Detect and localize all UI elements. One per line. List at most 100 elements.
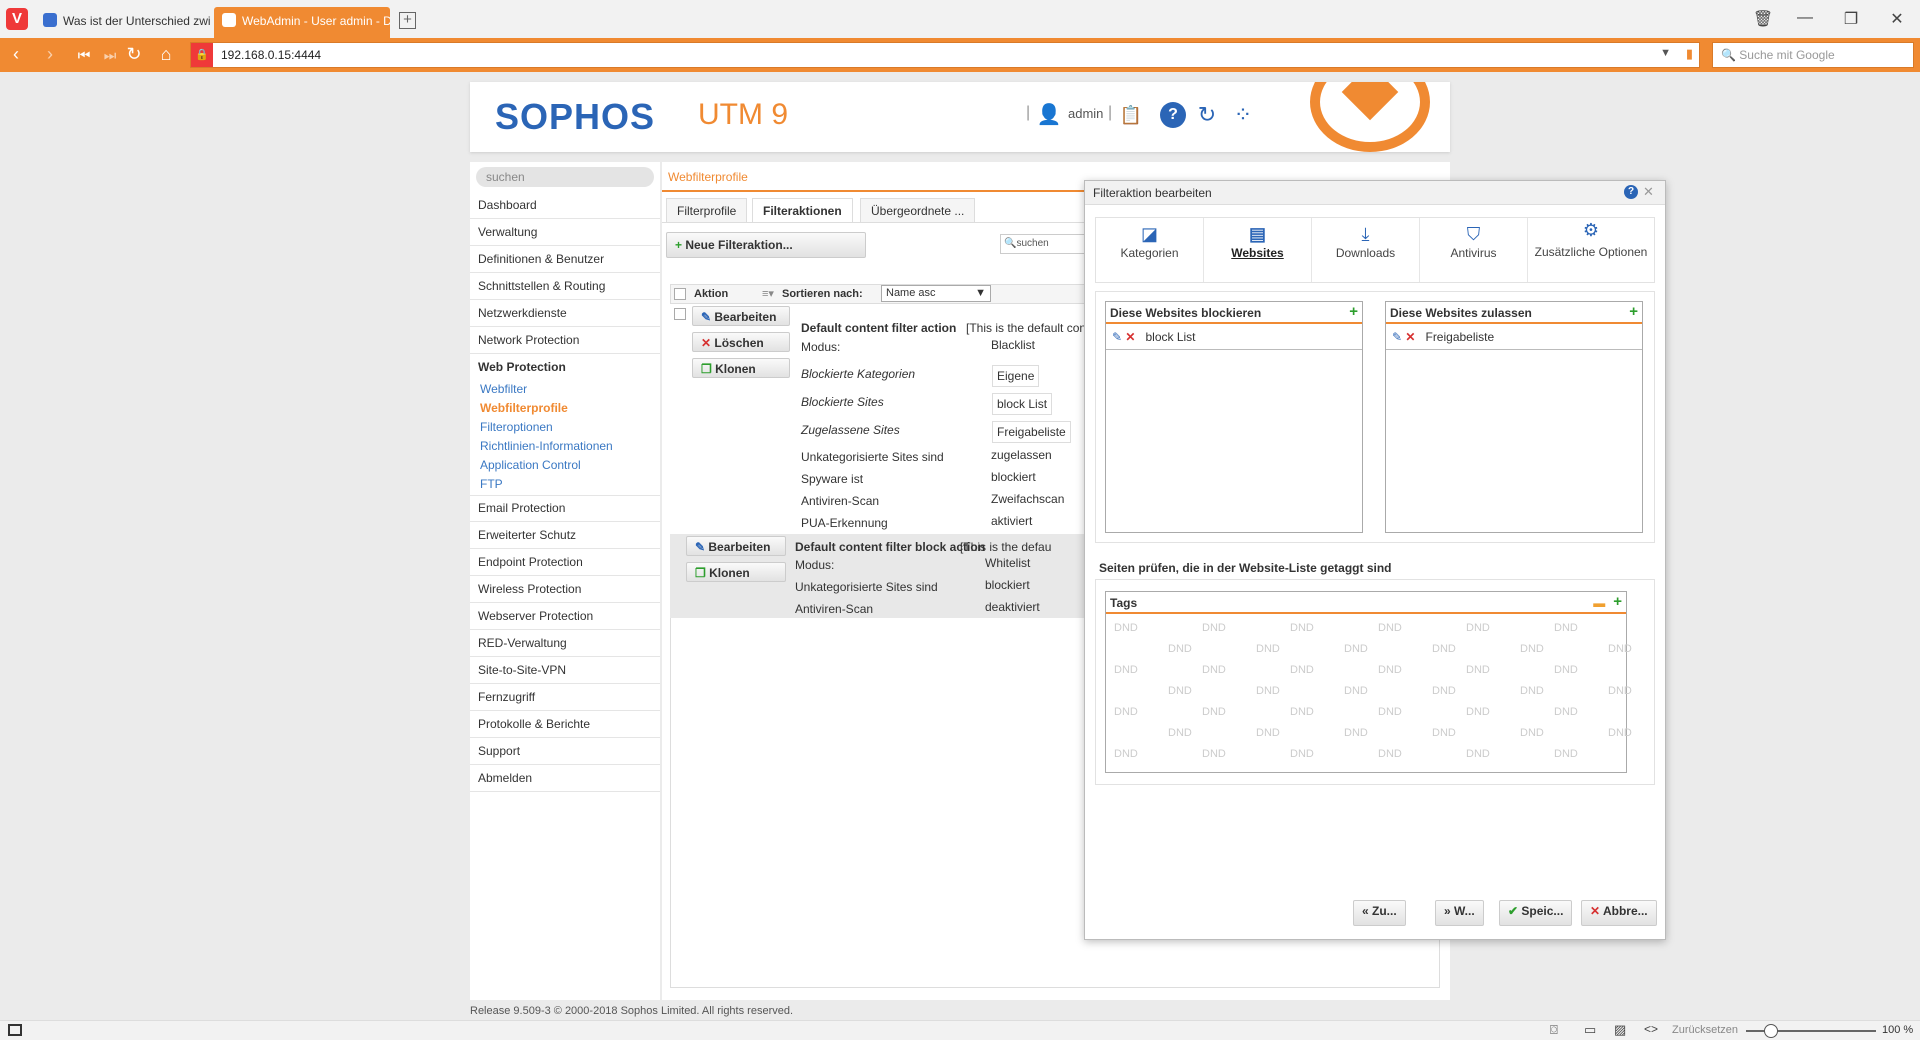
sidebar-item[interactable]: Support: [470, 738, 660, 765]
reload-page-icon[interactable]: ↻: [1194, 102, 1220, 128]
sidebar-item[interactable]: Site-to-Site-VPN: [470, 657, 660, 684]
sidebar-item[interactable]: Endpoint Protection: [470, 549, 660, 576]
vivaldi-logo-icon[interactable]: V: [6, 8, 28, 30]
close-icon[interactable]: ✕: [1643, 184, 1654, 200]
header-username[interactable]: admin: [1068, 106, 1103, 121]
add-icon[interactable]: +: [1613, 594, 1622, 609]
tab-google[interactable]: Was ist der Unterschied zwis: [35, 7, 210, 38]
sidebar-subitem[interactable]: Webfilterprofile: [480, 401, 568, 415]
sidebar-item[interactable]: Webserver Protection: [470, 603, 660, 630]
code-icon[interactable]: <>: [1644, 1022, 1658, 1036]
lock-icon[interactable]: 🔒: [191, 43, 213, 67]
restore-icon[interactable]: ❐: [1836, 9, 1866, 29]
folder-icon[interactable]: ▬: [1593, 596, 1605, 610]
block-panel: Diese Websites blockieren + ✎ ✕ block Lis…: [1105, 301, 1363, 533]
back-icon[interactable]: ‹: [4, 44, 28, 65]
sidebar-item[interactable]: Fernzugriff: [470, 684, 660, 711]
sidebar-item[interactable]: Protokolle & Berichte: [470, 711, 660, 738]
window-icon[interactable]: ▭: [1584, 1022, 1596, 1038]
dnd-placeholder: DND: [1202, 706, 1226, 718]
add-icon[interactable]: +: [1629, 304, 1638, 319]
fast-forward-icon[interactable]: ⏭: [98, 47, 122, 64]
clone-icon: ❐: [695, 566, 710, 580]
clone-button[interactable]: ❐ Klonen: [686, 562, 786, 582]
nav-zusaetzliche-optionen[interactable]: ⚙ Zusätzliche Optionen: [1528, 218, 1654, 282]
sidebar-subitem[interactable]: Webfilter: [480, 382, 527, 396]
tab-filteraktionen[interactable]: Filteraktionen: [752, 198, 853, 222]
edit-icon[interactable]: ✎: [1112, 330, 1122, 344]
clone-button[interactable]: ❐ Klonen: [692, 358, 790, 378]
reload-icon[interactable]: ↻: [122, 44, 146, 65]
sidebar-item[interactable]: Email Protection: [470, 495, 660, 522]
list-search-input[interactable]: 🔍suchen: [1000, 234, 1090, 254]
field-value: Blacklist: [991, 338, 1036, 352]
sidebar-subitem[interactable]: Application Control: [480, 458, 581, 472]
sidebar-item[interactable]: Verwaltung: [470, 219, 660, 246]
camera-icon[interactable]: ⌼: [1550, 1022, 1558, 1038]
sidebar-item[interactable]: Definitionen & Benutzer: [470, 246, 660, 273]
nav-downloads[interactable]: ⤓ Downloads: [1312, 218, 1420, 282]
sidebar-subitem[interactable]: Richtlinien-Informationen: [480, 439, 613, 453]
close-window-icon[interactable]: ✕: [1882, 9, 1912, 29]
dnd-placeholder: DND: [1378, 706, 1402, 718]
sidebar-item[interactable]: Abmelden: [470, 765, 660, 792]
trash-icon[interactable]: 🗑: [1748, 9, 1778, 29]
dnd-placeholder: DND: [1114, 748, 1138, 760]
sort-select[interactable]: Name asc ▼: [881, 285, 991, 302]
user-icon[interactable]: 👤: [1036, 102, 1062, 128]
sidebar-item[interactable]: Web Protection: [470, 354, 660, 381]
search-engine-field[interactable]: 🔍 Suche mit Google: [1712, 42, 1914, 68]
nav-antivirus[interactable]: ⛉ Antivirus: [1420, 218, 1528, 282]
reset-label[interactable]: Zurücksetzen: [1672, 1024, 1738, 1036]
next-button[interactable]: » W...: [1435, 900, 1484, 926]
row-checkbox[interactable]: [674, 308, 686, 320]
home-icon[interactable]: ⌂: [154, 44, 178, 65]
sidebar-subitem[interactable]: Filteroptionen: [480, 420, 553, 434]
help-icon[interactable]: ?: [1160, 102, 1186, 128]
dropdown-icon[interactable]: ▼: [1660, 47, 1671, 59]
clipboard-icon[interactable]: 📋: [1118, 102, 1144, 128]
new-filteraction-button[interactable]: + Neue Filteraktion...: [666, 232, 866, 258]
sidebar-item[interactable]: RED-Verwaltung: [470, 630, 660, 657]
back-button[interactable]: « Zu...: [1353, 900, 1406, 926]
tab-webadmin[interactable]: WebAdmin - User admin - D: [214, 7, 390, 38]
sidebar-item[interactable]: Network Protection: [470, 327, 660, 354]
panel-toggle-icon[interactable]: [8, 1024, 22, 1036]
tab-filterprofile[interactable]: Filterprofile: [666, 198, 748, 222]
url-field[interactable]: 🔒 192.168.0.15:4444 ▼ ▮: [190, 42, 1700, 68]
allow-list-item[interactable]: ✎ ✕ Freigabeliste: [1386, 326, 1642, 350]
nav-kategorien[interactable]: ◪ Kategorien: [1096, 218, 1204, 282]
save-button[interactable]: ✔ Speic...: [1499, 900, 1573, 926]
nav-websites[interactable]: ▤ Websites: [1204, 218, 1312, 282]
delete-icon[interactable]: ✕: [1405, 330, 1415, 344]
tab-uebergeordnete[interactable]: Übergeordnete ...: [860, 198, 976, 222]
nav-label: Antivirus: [1450, 246, 1497, 260]
edit-button[interactable]: ✎ Bearbeiten: [686, 536, 786, 556]
edit-button[interactable]: ✎ Bearbeiten: [692, 306, 790, 326]
cancel-button[interactable]: ✕ Abbre...: [1581, 900, 1657, 926]
add-icon[interactable]: +: [1349, 304, 1358, 319]
image-icon[interactable]: ▨: [1614, 1022, 1626, 1038]
sidebar-item[interactable]: Wireless Protection: [470, 576, 660, 603]
column-menu-icon[interactable]: ≡▾: [762, 287, 774, 300]
edit-icon[interactable]: ✎: [1392, 330, 1402, 344]
delete-icon[interactable]: ✕: [1125, 330, 1135, 344]
new-tab-plus-icon[interactable]: +: [399, 12, 416, 29]
bookmark-icon[interactable]: ▮: [1686, 46, 1693, 62]
nav-label: Kategorien: [1120, 246, 1179, 260]
sidebar-item[interactable]: Netzwerkdienste: [470, 300, 660, 327]
delete-label: Löschen: [714, 336, 764, 350]
sidebar-search-input[interactable]: suchen: [476, 167, 654, 187]
sidebar-item[interactable]: Schnittstellen & Routing: [470, 273, 660, 300]
forward-icon[interactable]: ›: [38, 44, 62, 65]
rewind-icon[interactable]: ⏮: [72, 47, 96, 64]
minimize-icon[interactable]: —: [1790, 9, 1820, 27]
select-all-checkbox[interactable]: [674, 288, 686, 300]
sidebar-item[interactable]: Dashboard: [470, 192, 660, 219]
delete-button[interactable]: ✕ Löschen: [692, 332, 790, 352]
help-icon[interactable]: ?: [1624, 185, 1638, 199]
zoom-slider-handle[interactable]: [1764, 1024, 1778, 1038]
block-list-item[interactable]: ✎ ✕ block List: [1106, 326, 1362, 350]
sidebar-item[interactable]: Erweiterter Schutz: [470, 522, 660, 549]
sidebar-subitem[interactable]: FTP: [480, 477, 503, 491]
